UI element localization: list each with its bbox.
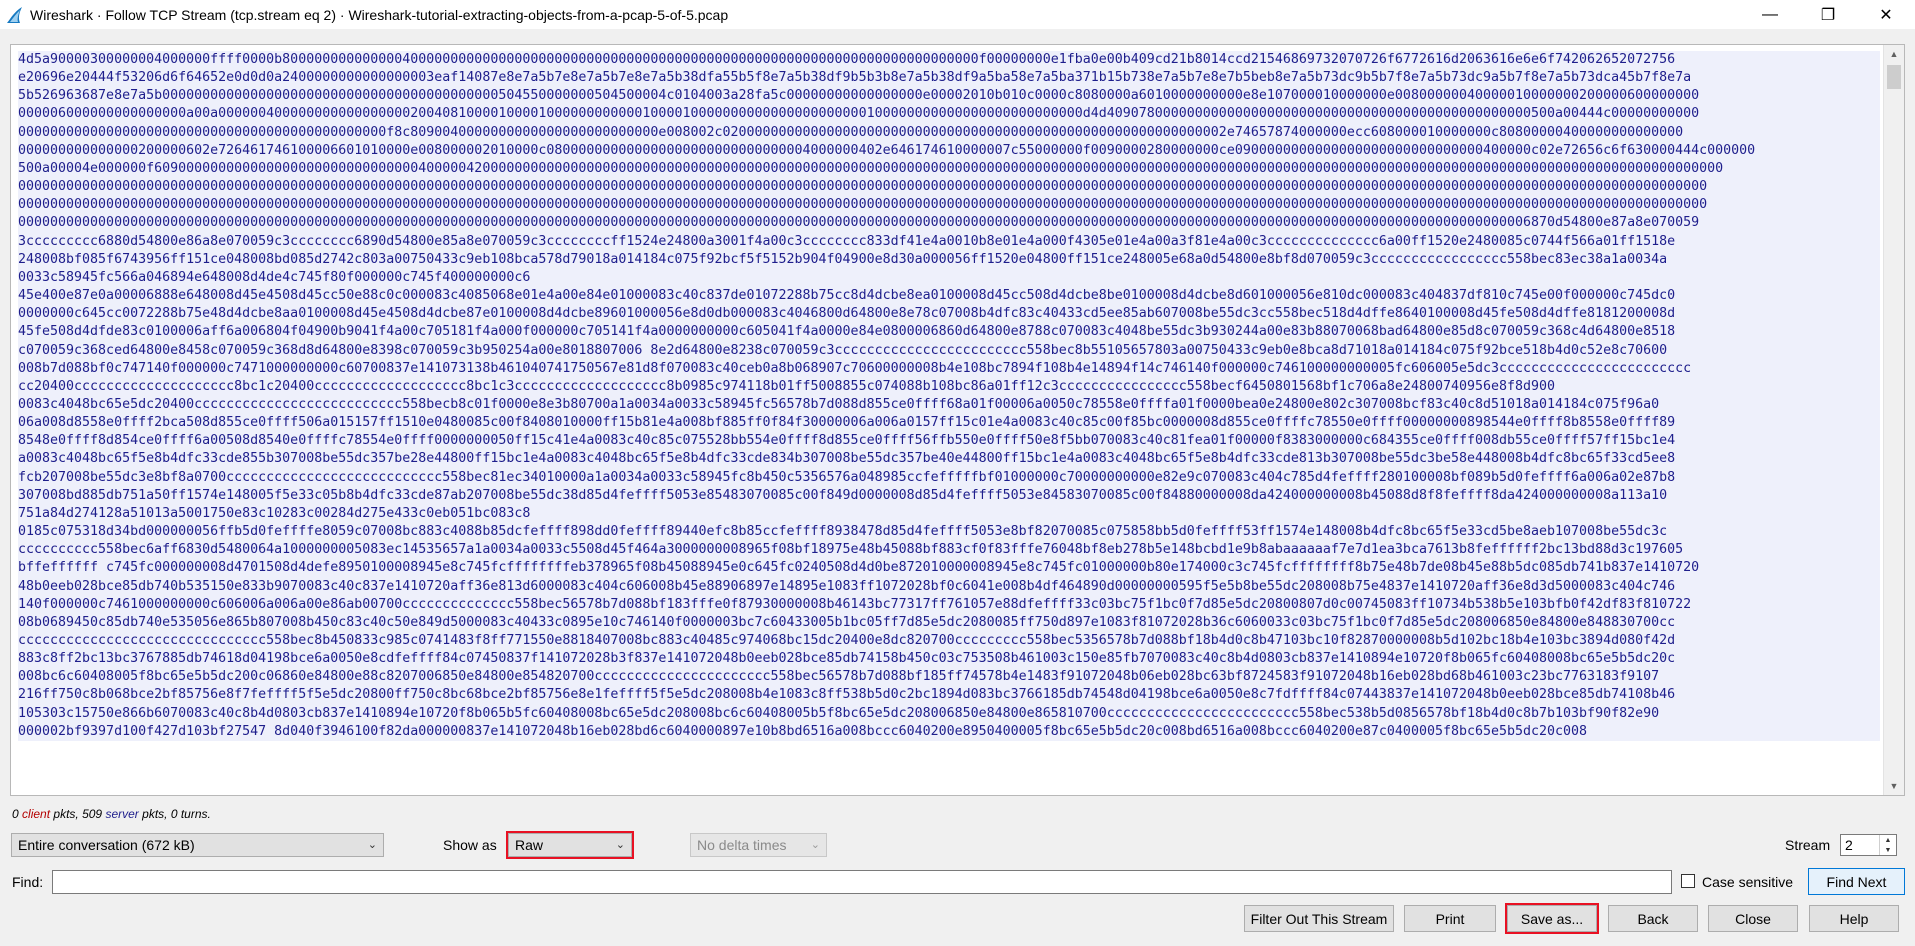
stream-block: 45e400e87e0a00006888e648008d45e4508d45cc…	[18, 287, 1880, 524]
close-window-button[interactable]: ✕	[1857, 0, 1915, 29]
stream-line: 105303c15750e866b6070083c40c8b4d0803cb83…	[18, 705, 1660, 721]
stream-line: 008bc6c60408005f8bc65e5b5dc200c06860e848…	[18, 669, 1660, 685]
conversation-select[interactable]: Entire conversation (672 kB) ⌄	[11, 833, 384, 857]
stream-line: 0000000c645cc0072288b75e48d4dcbe8aa01000…	[18, 306, 1676, 322]
stream-line: 008b7d088bf0c747140f000000c7471000000000…	[18, 360, 1692, 376]
packet-summary: 0 client pkts, 509 server pkts, 0 turns.	[12, 807, 211, 821]
maximize-button[interactable]: ❐	[1799, 0, 1857, 29]
stream-line: 06a008d8558e0ffff2bca508d855ce0ffff506a0…	[18, 415, 1676, 431]
stream-line: 000000000000000200000602e726461746100006…	[18, 142, 1756, 158]
show-as-label: Show as	[443, 837, 497, 853]
window-title: Wireshark · Follow TCP Stream (tcp.strea…	[30, 6, 729, 23]
vertical-scrollbar[interactable]: ▲ ▼	[1883, 45, 1904, 795]
delta-times-select: No delta times ⌄	[690, 833, 827, 857]
stream-number-spinner[interactable]: 2 ▲ ▼	[1840, 834, 1897, 856]
stream-line: 08b0689450c85db740e535056e865b807008b450…	[18, 614, 1676, 630]
stream-block: 0185c075318d34bd000000056ffb5d0feffffe80…	[18, 523, 1880, 741]
print-button[interactable]: Print	[1404, 905, 1496, 932]
delta-times-value: No delta times	[697, 837, 787, 853]
stream-line: 248008bf085f6743956ff151ce048008bd085d27…	[18, 251, 1668, 267]
chevron-down-icon: ⌄	[367, 839, 377, 851]
stream-line: cccccccccc558bec6aff6830d5480064a1000000…	[18, 542, 1684, 558]
stream-number-value: 2	[1845, 837, 1853, 853]
client-packet-count: 0	[12, 807, 19, 821]
stream-line: 0000000000000000000000000000000000000000…	[18, 179, 1708, 195]
stream-line: 45e400e87e0a00006888e648008d45e4508d45cc…	[18, 288, 1676, 304]
conversation-select-value: Entire conversation (672 kB)	[18, 837, 195, 853]
minimize-button[interactable]: —	[1741, 0, 1799, 29]
show-as-select[interactable]: Raw ⌄	[506, 831, 634, 859]
filter-out-stream-button[interactable]: Filter Out This Stream	[1244, 905, 1394, 932]
stream-line: 307008bd885db751a50ff1574e148005f5e33c05…	[18, 487, 1668, 503]
stream-line: 140f000000c7461000000000c606006a006a00e8…	[18, 596, 1692, 612]
stream-line: 8548e0ffff8d854ce0ffff6a00508d8540e0ffff…	[18, 433, 1676, 449]
show-as-value: Raw	[515, 837, 544, 853]
stream-line: 3ccccccccc6880d54800e86a8e070059c3cccccc…	[18, 233, 1676, 249]
stream-line: ccccccccccccccccccccccccccccccc558bec8b4…	[18, 633, 1676, 648]
stream-line: 4d5a90000300000004000000ffff0000b8000000…	[18, 52, 1676, 67]
server-suffix: pkts, 0 turns.	[142, 807, 211, 821]
chevron-down-icon: ⌄	[810, 839, 820, 851]
find-next-button[interactable]: Find Next	[1808, 868, 1905, 895]
title-bar: Wireshark · Follow TCP Stream (tcp.strea…	[0, 0, 1915, 29]
case-sensitive-checkbox[interactable]	[1681, 874, 1695, 888]
stream-line: 0000000000000000000000000000000000000000…	[18, 197, 1708, 213]
stream-line: 751a84d274128a51013a5001750e83c10283c002…	[18, 505, 531, 521]
stream-line: 000002bf9397d100f427d103bf27547 8d040f39…	[18, 723, 1588, 739]
server-label: server	[105, 807, 139, 821]
stream-line: 5b526963687e8e7a5b0000000000000000000000…	[18, 88, 1700, 104]
stream-line: c070059c368ced64800e8458c070059c368d8d64…	[18, 342, 1668, 358]
scroll-up-arrow-icon[interactable]: ▲	[1884, 45, 1904, 63]
stream-line: 0185c075318d34bd000000056ffb5d0feffffe80…	[18, 524, 1668, 540]
stream-line: 500a00004e000000f60900000000000000000000…	[18, 160, 1724, 176]
stream-line: cc20400cccccccccccccccccccc8bc1c20400ccc…	[18, 378, 1556, 394]
stream-text[interactable]: 4d5a90000300000004000000ffff0000b8000000…	[18, 51, 1880, 741]
stream-line: 0033c58945fc566a046894e648008d4de4c745f8…	[18, 269, 531, 285]
stream-line: 883c8ff2bc13bc3767885db74618d04198bce6a0…	[18, 651, 1676, 667]
stream-line: a0083c4048bc65f5e8b4dfc33cde855b307008be…	[18, 451, 1676, 467]
scroll-thumb[interactable]	[1887, 65, 1901, 89]
stream-line: 0000000000000000000000000000000000000000…	[18, 215, 1700, 231]
help-button[interactable]: Help	[1809, 905, 1899, 932]
client-label: client	[22, 807, 51, 821]
close-button[interactable]: Close	[1708, 905, 1798, 932]
find-input[interactable]	[52, 870, 1672, 894]
stream-block: 4d5a90000300000004000000ffff0000b8000000…	[18, 51, 1880, 288]
spin-down-icon[interactable]: ▼	[1879, 845, 1896, 855]
back-button[interactable]: Back	[1608, 905, 1698, 932]
stream-line: 0083c4048bc65e5dc20400cccccccccccccccccc…	[18, 396, 1660, 412]
stream-line: 48b0eeb028bce85db740b535150e833b9070083c…	[18, 578, 1676, 594]
stream-line: 0000000000000000000000000000000000000000…	[18, 124, 1684, 140]
stream-label: Stream	[1785, 837, 1831, 853]
case-sensitive-label: Case sensitive	[1702, 874, 1794, 890]
stream-line: 45fe508d4dfde83c0100006aff6a006804f04900…	[18, 324, 1676, 340]
window-controls: — ❐ ✕	[1741, 0, 1915, 29]
stream-line: bffeffffff c745fc000000008d4701508d4defe…	[18, 560, 1700, 576]
spin-up-icon[interactable]: ▲	[1879, 835, 1896, 845]
server-packet-count: 509	[82, 807, 103, 821]
stream-line: e20696e20444f53206d6f64652e0d0d0a2400000…	[18, 70, 1692, 86]
stream-line: 216ff750c8b068bce2bf85756e8f7feffff5f5e5…	[18, 687, 1676, 703]
find-label: Find:	[12, 874, 44, 890]
client-suffix: pkts,	[53, 807, 79, 821]
chevron-down-icon: ⌄	[615, 839, 625, 851]
scroll-down-arrow-icon[interactable]: ▼	[1884, 777, 1904, 795]
stream-line: fcb207008be55dc3e8bf8a0700cccccccccccccc…	[18, 469, 1676, 485]
save-as-button[interactable]: Save as...	[1505, 903, 1599, 934]
stream-line: 000006000000000000000a00a000000400000000…	[18, 106, 1700, 122]
wireshark-fin-icon	[7, 6, 22, 23]
stream-content-area[interactable]: 4d5a90000300000004000000ffff0000b8000000…	[10, 44, 1905, 796]
